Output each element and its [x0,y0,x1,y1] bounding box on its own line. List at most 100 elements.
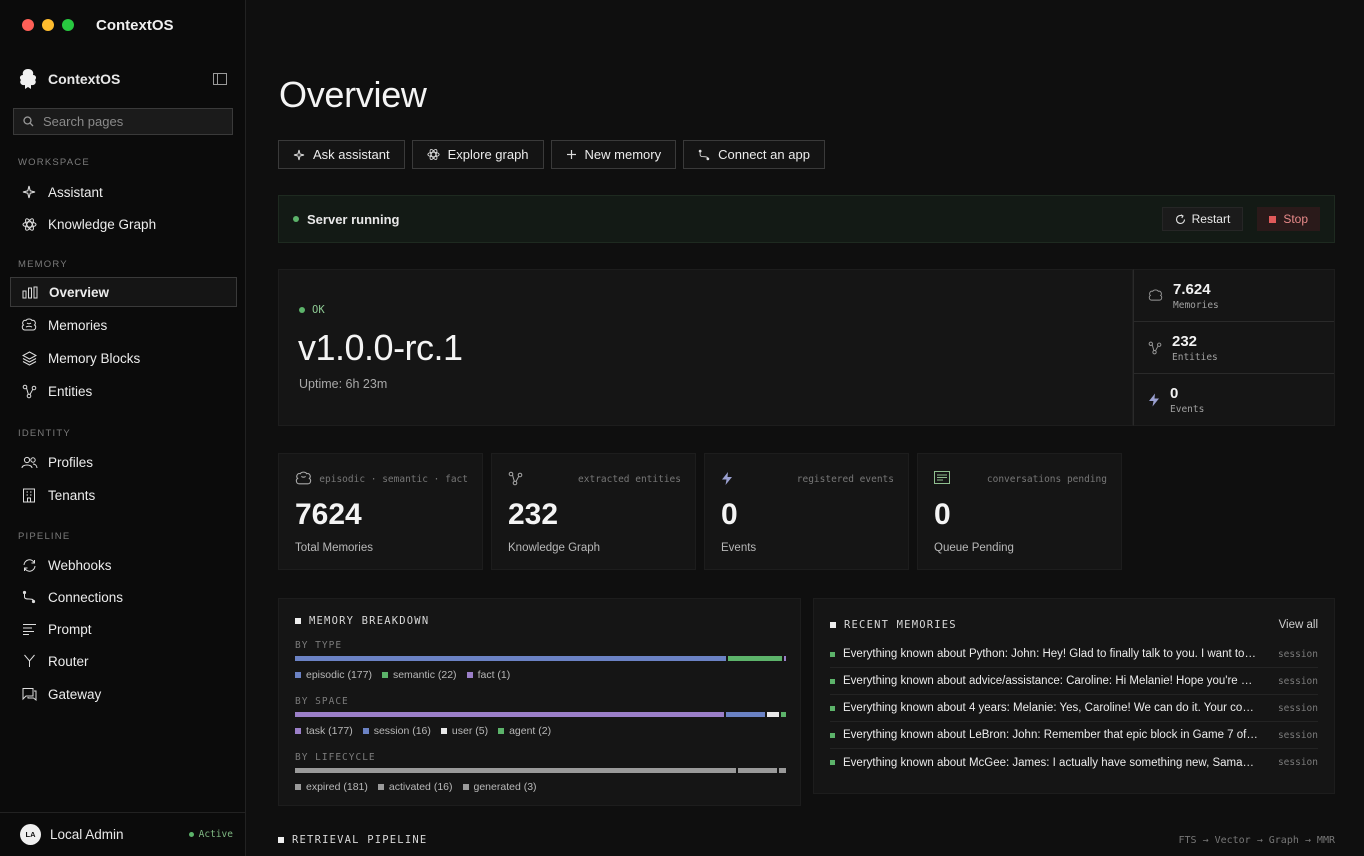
sidebar-item-assistant[interactable]: Assistant [10,177,237,207]
building-icon [20,486,38,504]
user-profile[interactable]: LA Local Admin Active [0,812,246,856]
status-dot [188,832,194,837]
avatar: LA [20,824,41,845]
restart-button[interactable]: Restart [1161,207,1244,231]
space-legend: task (177) session (16) user (5) agent (2) [295,725,786,737]
card-events[interactable]: registered events 0 Events [704,453,909,570]
sidebar-item-knowledge-graph[interactable]: Knowledge Graph [10,209,237,239]
section-marker [830,622,836,628]
memory-row[interactable]: Everything known about LeBron: John: Rem… [830,722,1318,749]
sidebar-item-label: Router [48,653,89,669]
sparkle-icon [293,149,313,161]
sidebar-item-label: Memories [48,317,108,333]
layers-icon [20,349,38,367]
memory-marker [830,732,835,738]
section-memory: MEMORY [18,258,68,270]
legend-item: fact (1) [466,669,510,681]
bar-segment [778,768,786,773]
card-queue-pending[interactable]: conversations pending 0 Queue Pending [917,453,1122,570]
memory-marker [830,678,835,684]
memory-row[interactable]: Everything known about McGee: James: I a… [830,749,1318,776]
sidebar-item-memory-blocks[interactable]: Memory Blocks [10,343,237,373]
bar-segment [727,656,782,661]
sidebar-item-entities[interactable]: Entities [10,376,237,406]
minimize-window-button[interactable] [42,19,54,31]
bar-segment [783,656,786,661]
section-identity: IDENTITY [18,427,71,439]
view-all-link[interactable]: View all [1279,619,1318,631]
version-panel: OK v1.0.0-rc.1 Uptime: 6h 23m [278,269,1133,426]
section-marker [278,837,284,843]
sidebar-item-webhooks[interactable]: Webhooks [10,550,237,580]
server-status-dot [293,216,299,222]
sidebar-item-overview[interactable]: Overview [10,277,237,307]
legend-swatch [295,784,301,790]
breakdown-type-heading: BY TYPE [295,640,343,651]
bar-segment [737,768,777,773]
new-memory-button[interactable]: New memory [550,140,677,169]
sidebar-item-label: Gateway [48,686,102,702]
sidebar-item-router[interactable]: Router [10,646,237,676]
legend-item: episodic (177) [295,669,372,681]
breakdown-lifecycle-heading: BY LIFECYCLE [295,752,376,763]
nodes-icon [1148,341,1162,355]
sidebar-toggle-icon[interactable] [213,73,227,85]
memory-row[interactable]: Everything known about advice/assistance… [830,668,1318,695]
explore-graph-button[interactable]: Explore graph [411,140,544,169]
search-box[interactable] [13,108,233,135]
sidebar-item-tenants[interactable]: Tenants [10,480,237,510]
card-knowledge-graph[interactable]: extracted entities 232 Knowledge Graph [491,453,696,570]
section-marker [295,618,301,624]
bar-segment [767,712,780,717]
type-legend: episodic (177) semantic (22) fact (1) [295,669,786,681]
memory-marker [830,760,835,765]
sidebar-item-label: Entities [48,383,93,399]
sidebar-item-prompt[interactable]: Prompt [10,614,237,644]
recent-memories-list: Everything known about Python: John: Hey… [830,641,1318,776]
legend-swatch [362,728,369,734]
memory-text: Everything known about McGee: James: I a… [843,756,1258,769]
sidebar-item-gateway[interactable]: Gateway [10,679,237,709]
maximize-window-button[interactable] [62,19,74,31]
legend-swatch [295,728,301,734]
legend-item: semantic (22) [381,669,457,681]
legend-swatch [466,672,473,678]
memory-marker [830,651,835,657]
brand: ContextOS [0,50,245,108]
panel-title: MEMORY BREAKDOWN [295,615,786,627]
pipeline-steps: FTS → Vector → Graph → MMR [1178,834,1335,846]
version-number: v1.0.0-rc.1 [298,327,463,368]
bar-segment [295,712,725,717]
ask-assistant-button[interactable]: Ask assistant [278,140,405,169]
stop-button[interactable]: Stop [1257,207,1320,231]
bar-segment [295,768,736,773]
bar-segment [726,712,766,717]
summary-stats: 7.624 Memories 232 Entities 0 Events [1133,269,1335,426]
sidebar-item-profiles[interactable]: Profiles [10,447,237,477]
memory-text: Everything known about 4 years: Melanie:… [843,702,1258,714]
close-window-button[interactable] [22,19,34,31]
memory-tag: session [1277,702,1318,714]
space-bar [295,712,786,717]
memory-row[interactable]: Everything known about 4 years: Melanie:… [830,695,1318,722]
recent-memories-panel: RECENT MEMORIES View all Everything know… [813,598,1335,794]
breakdown-space-heading: BY SPACE [295,696,349,707]
search-input[interactable] [43,114,223,129]
brain-icon [1148,289,1163,302]
section-workspace: WORKSPACE [18,156,90,168]
link-icon [698,149,718,161]
sidebar-item-label: Assistant [48,184,103,200]
legend-label: task (177) [306,725,353,737]
connect-app-button[interactable]: Connect an app [683,140,825,169]
status-text: Active [198,829,233,840]
sidebar-item-label: Memory Blocks [48,350,141,366]
memory-text: Everything known about advice/assistance… [843,675,1258,687]
memory-row[interactable]: Everything known about Python: John: Hey… [830,641,1318,668]
sidebar-item-connections[interactable]: Connections [10,582,237,612]
sidebar-item-memories[interactable]: Memories [10,310,237,340]
type-bar [295,656,786,661]
card-total-memories[interactable]: episodic · semantic · fact 7624 Total Me… [278,453,483,570]
panel-title: RECENT MEMORIES [830,619,1279,631]
bolt-icon [1148,393,1160,407]
legend-item: user (5) [440,725,488,737]
